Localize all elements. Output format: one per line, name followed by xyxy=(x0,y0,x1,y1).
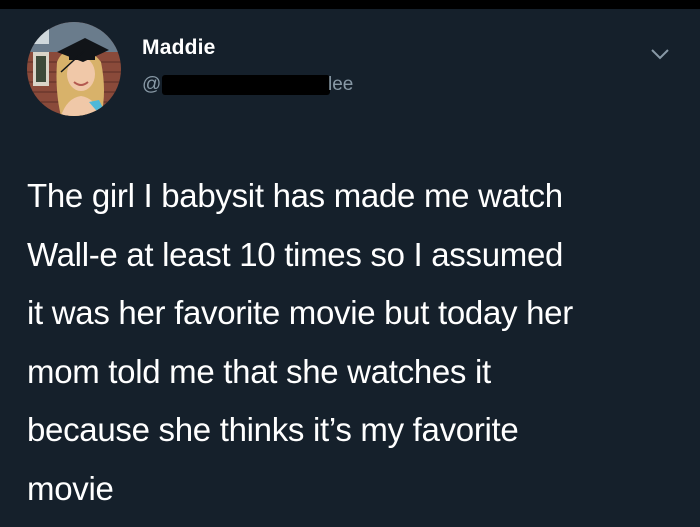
avatar[interactable] xyxy=(27,22,121,116)
display-name[interactable]: Maddie xyxy=(142,36,216,60)
handle-suffix: lee xyxy=(328,74,354,95)
top-status-strip xyxy=(0,0,700,9)
tweet-body: The girl I babysit has made me watch Wal… xyxy=(27,177,573,507)
handle-prefix: @ xyxy=(142,74,162,95)
handle-redaction xyxy=(162,75,330,95)
avatar-photo xyxy=(27,22,121,116)
user-handle[interactable]: @ lee xyxy=(142,73,354,99)
chevron-down-icon[interactable] xyxy=(650,47,670,61)
tweet-card: Maddie @ lee The girl I babysit has made… xyxy=(0,9,700,527)
